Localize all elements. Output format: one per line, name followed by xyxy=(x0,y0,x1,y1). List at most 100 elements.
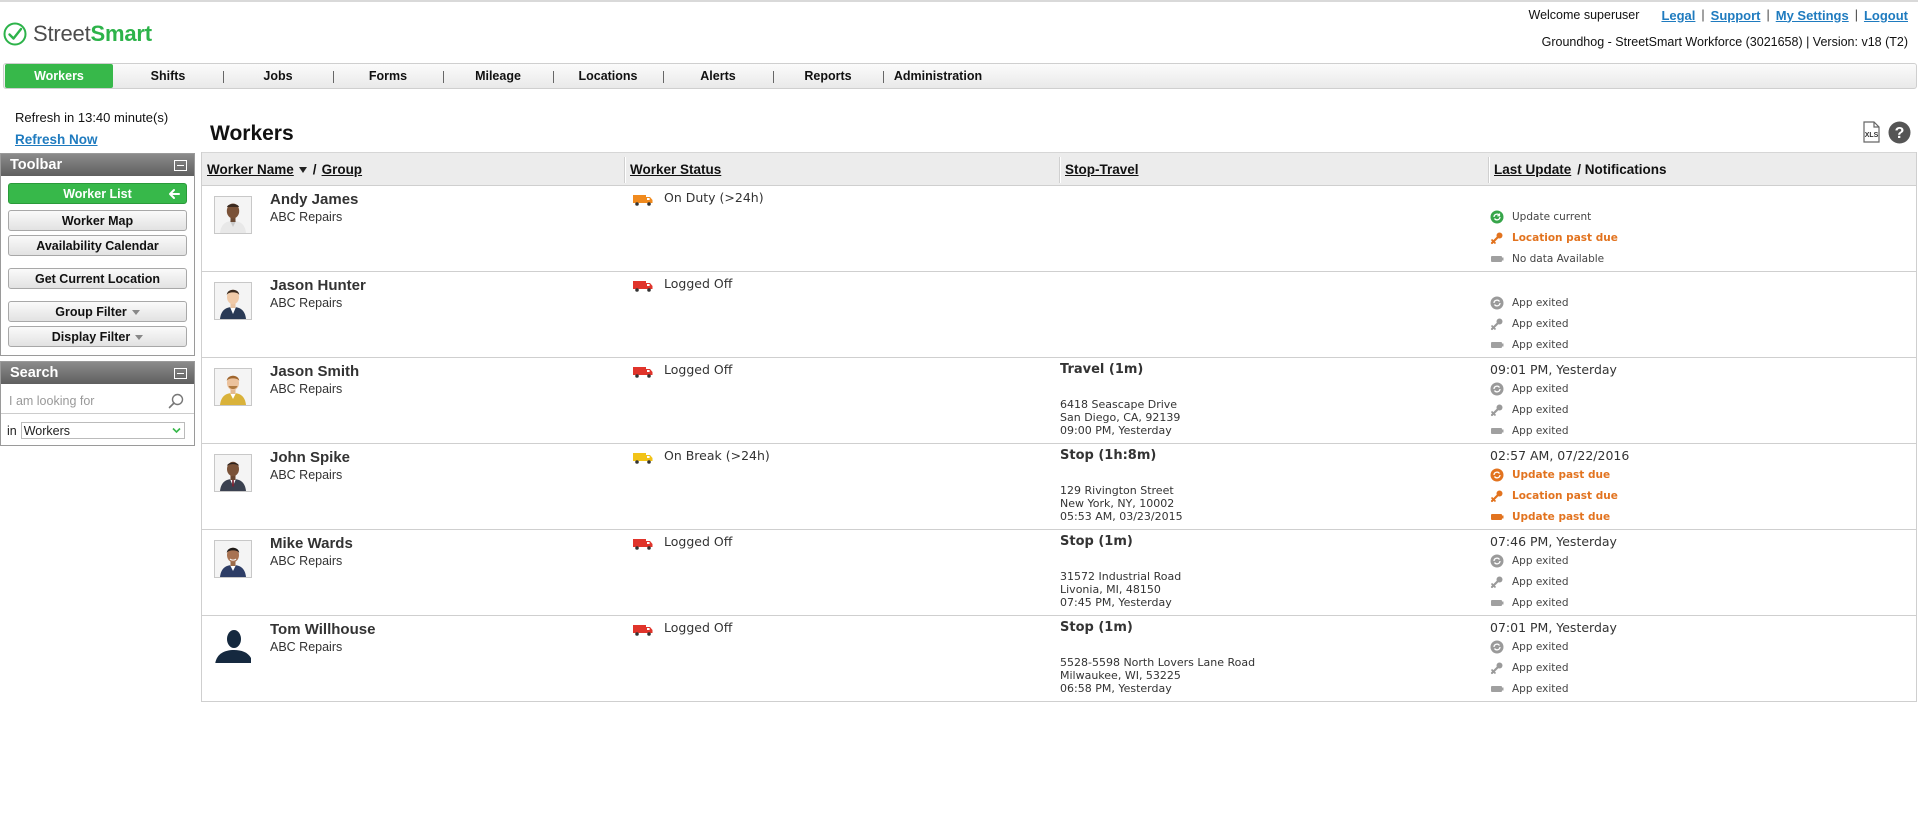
refresh-now-link[interactable]: Refresh Now xyxy=(15,132,98,147)
search-scope-select[interactable]: Workers xyxy=(20,422,185,439)
get-current-location-button[interactable]: Get Current Location xyxy=(8,268,187,289)
worker-name[interactable]: Jason Hunter xyxy=(270,277,366,294)
sort-stop-travel-link[interactable]: Stop-Travel xyxy=(1065,162,1139,177)
nav-tab-administration[interactable]: Administration xyxy=(883,64,993,88)
worker-map-button[interactable]: Worker Map xyxy=(8,210,187,231)
sort-desc-icon[interactable] xyxy=(298,166,307,173)
worker-row[interactable]: Andy James ABC Repairs On Duty (>24h) Up… xyxy=(202,186,1916,272)
search-icon[interactable] xyxy=(168,393,184,409)
worker-name[interactable]: Andy James xyxy=(270,191,358,208)
battery-icon xyxy=(1491,256,1504,262)
update-current-icon xyxy=(1490,210,1504,224)
nav-tab-label: Forms xyxy=(368,69,408,83)
group-filter-button[interactable]: Group Filter xyxy=(8,301,187,322)
worker-group: ABC Repairs xyxy=(270,210,343,224)
notification-update: App exited xyxy=(1490,554,1569,568)
location-exited-icon xyxy=(1490,404,1503,417)
logout-link[interactable]: Logout xyxy=(1864,8,1908,23)
nav-tab-shifts[interactable]: Shifts xyxy=(113,64,224,88)
header-last-update: Last Update / Notifications xyxy=(1488,153,1667,186)
welcome-text: Welcome superuser xyxy=(1528,8,1640,22)
minimize-icon[interactable] xyxy=(174,159,187,171)
minimize-icon[interactable] xyxy=(174,367,187,379)
app-logo[interactable]: StreetSmart xyxy=(3,21,152,46)
worker-avatar[interactable] xyxy=(214,454,252,492)
nav-tab-reports[interactable]: Reports xyxy=(773,64,884,88)
battery-icon xyxy=(1491,600,1504,606)
sort-worker-status-link[interactable]: Worker Status xyxy=(630,162,721,177)
legal-link[interactable]: Legal xyxy=(1661,8,1695,23)
worker-list-button[interactable]: Worker List xyxy=(8,183,187,204)
worker-avatar[interactable] xyxy=(214,368,252,406)
notification-text: App exited xyxy=(1512,597,1569,609)
header-user-area: Welcome superuser Legal | Support | My Set… xyxy=(1529,7,1909,50)
display-filter-label: Display Filter xyxy=(51,329,131,344)
worker-status: Logged Off xyxy=(664,362,733,377)
worker-group: ABC Repairs xyxy=(270,468,343,482)
export-xls-icon[interactable]: XLS xyxy=(1861,121,1883,143)
truck-yellow-icon xyxy=(633,453,653,464)
nav-tab-alerts[interactable]: Alerts xyxy=(663,64,774,88)
sort-group-link[interactable]: Group xyxy=(322,162,363,177)
person-photo-icon xyxy=(215,369,251,405)
worker-name[interactable]: Jason Smith xyxy=(270,363,359,380)
worker-avatar[interactable] xyxy=(214,540,252,578)
location-past-due-icon xyxy=(1490,490,1503,503)
availability-calendar-button[interactable]: Availability Calendar xyxy=(8,235,187,256)
worker-name[interactable]: John Spike xyxy=(270,449,350,466)
nav-tab-mileage[interactable]: Mileage xyxy=(443,64,554,88)
update-exited-icon xyxy=(1490,640,1504,654)
sort-last-update-link[interactable]: Last Update xyxy=(1494,162,1571,177)
sort-worker-name-link[interactable]: Worker Name xyxy=(207,162,294,177)
notification-battery: App exited xyxy=(1490,596,1569,610)
header-links: Welcome superuser Legal | Support | My Set… xyxy=(1529,7,1909,23)
display-filter-button[interactable]: Display Filter xyxy=(8,326,187,347)
worker-avatar[interactable] xyxy=(214,282,252,320)
notification-update: App exited xyxy=(1490,640,1569,654)
worker-row[interactable]: John Spike ABC Repairs On Break (>24h) S… xyxy=(202,444,1916,530)
worker-row[interactable]: Tom Willhouse ABC Repairs Logged Off Sto… xyxy=(202,616,1916,702)
link-separator: | xyxy=(1766,8,1770,22)
notification-text: App exited xyxy=(1512,662,1569,674)
truck-orange-icon xyxy=(633,195,653,206)
notification-battery: App exited xyxy=(1490,424,1569,438)
worker-status: On Break (>24h) xyxy=(664,448,770,463)
nav-tab-locations[interactable]: Locations xyxy=(553,64,664,88)
worker-row[interactable]: Mike Wards ABC Repairs Logged Off Stop (… xyxy=(202,530,1916,616)
address-line: Livonia, MI, 48150 xyxy=(1060,583,1161,596)
top-border xyxy=(0,0,1918,2)
main-navigation: Workers Shifts Jobs Forms Mileage Locati… xyxy=(3,63,1917,89)
nav-tab-label: Workers xyxy=(34,69,84,83)
worker-avatar[interactable] xyxy=(214,196,252,234)
worker-name[interactable]: Tom Willhouse xyxy=(270,621,375,638)
address-time: 06:58 PM, Yesterday xyxy=(1060,682,1172,695)
column-separator xyxy=(624,157,626,183)
last-update-time: 09:01 PM, Yesterday xyxy=(1490,362,1617,377)
search-panel-header: Search xyxy=(1,362,194,384)
nav-tab-forms[interactable]: Forms xyxy=(333,64,444,88)
nav-tab-jobs[interactable]: Jobs xyxy=(223,64,334,88)
update-past-due-icon xyxy=(1490,468,1504,482)
support-link[interactable]: Support xyxy=(1711,8,1761,23)
worker-row[interactable]: Jason Smith ABC Repairs Logged Off Trave… xyxy=(202,358,1916,444)
nav-tab-workers[interactable]: Workers xyxy=(5,64,113,88)
grid-header: Worker Name / Group Worker Status Stop-T… xyxy=(202,152,1916,186)
my-settings-link[interactable]: My Settings xyxy=(1776,8,1849,23)
link-separator: | xyxy=(1701,8,1705,22)
notification-text: App exited xyxy=(1512,404,1569,416)
address-line: 129 Rivington Street xyxy=(1060,484,1174,497)
notification-text: No data Available xyxy=(1512,253,1605,265)
notification-battery: App exited xyxy=(1490,682,1569,696)
help-icon[interactable]: ? xyxy=(1888,121,1911,144)
search-input[interactable] xyxy=(7,393,161,409)
notifications-header-label: / Notifications xyxy=(1577,162,1667,177)
worker-row[interactable]: Jason Hunter ABC Repairs Logged Off App … xyxy=(202,272,1916,358)
caret-down-icon xyxy=(131,310,140,315)
notification-text: App exited xyxy=(1512,555,1569,567)
svg-text:XLS: XLS xyxy=(1865,132,1879,139)
worker-avatar[interactable] xyxy=(214,626,252,664)
notification-location: App exited xyxy=(1490,403,1569,417)
worker-name[interactable]: Mike Wards xyxy=(270,535,353,552)
address-time: 05:53 AM, 03/23/2015 xyxy=(1060,510,1183,523)
address-line: New York, NY, 10002 xyxy=(1060,497,1175,510)
